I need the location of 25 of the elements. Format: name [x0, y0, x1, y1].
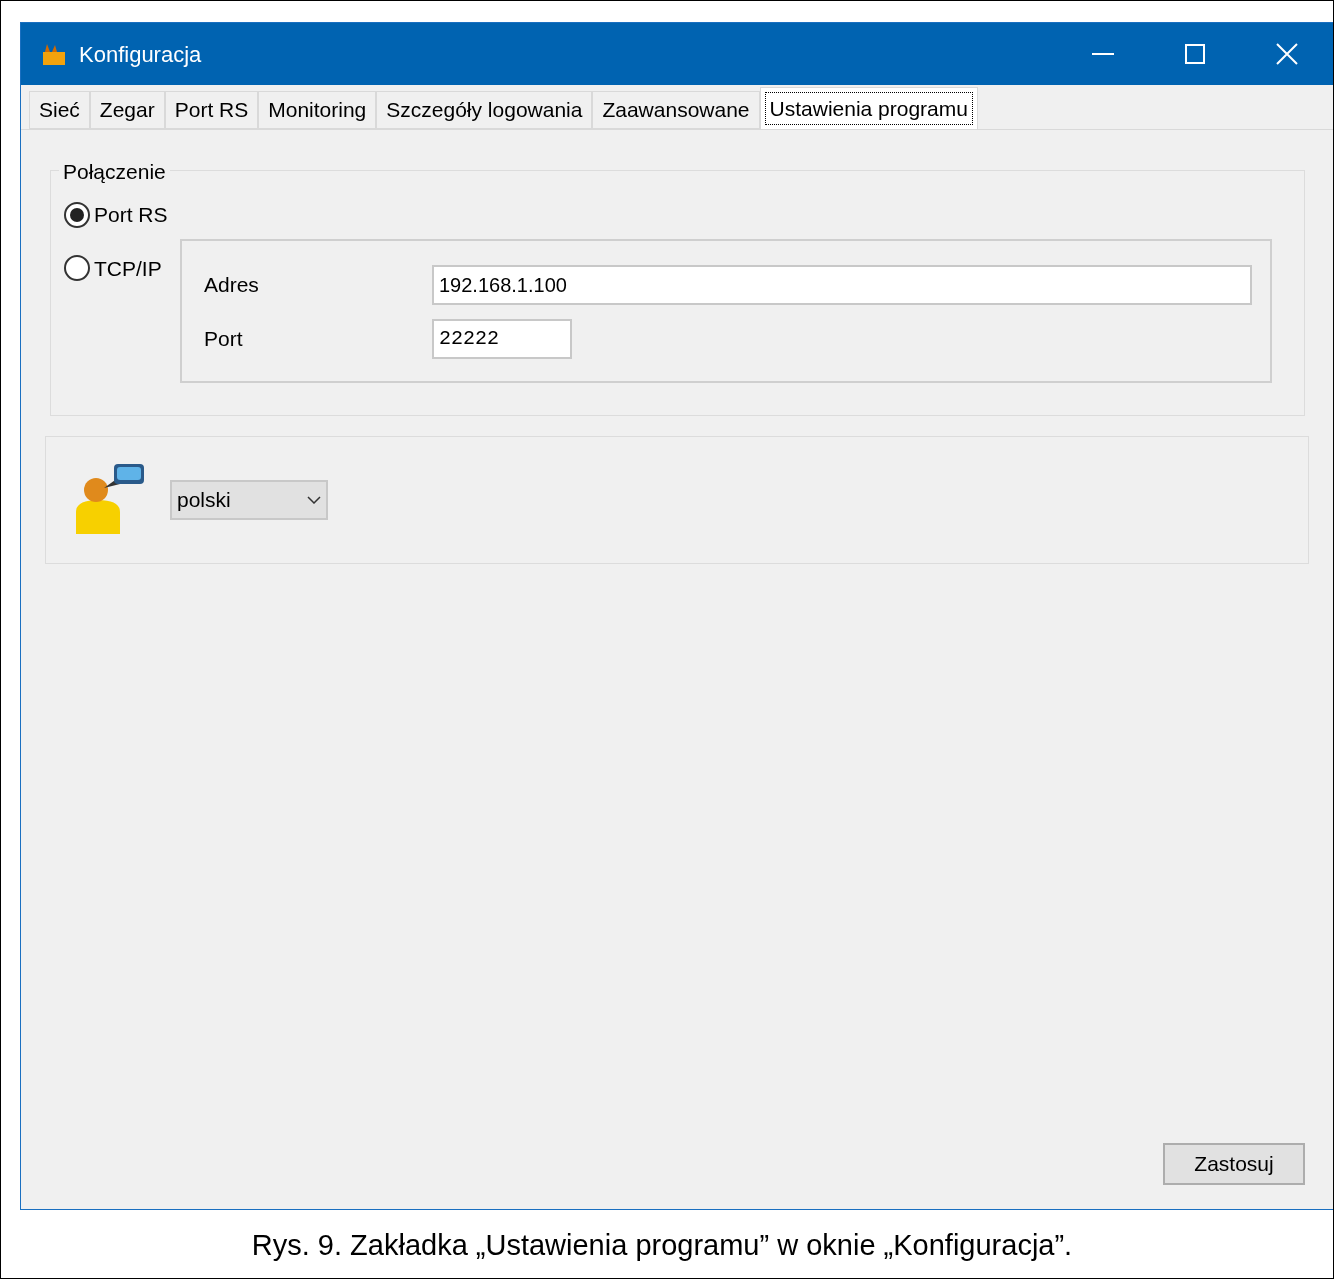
minimize-icon: [1092, 53, 1114, 55]
window-title: Konfiguracja: [79, 40, 202, 69]
text-field[interactable]: 22222: [432, 319, 572, 359]
radio-label: TCP/IP: [94, 255, 162, 282]
tab[interactable]: Monitoring: [258, 91, 377, 129]
tab[interactable]: Szczegóły logowania: [376, 91, 593, 129]
radio-label: Port RS: [94, 202, 168, 228]
language-dropdown[interactable]: polski: [170, 480, 328, 520]
apply-button[interactable]: Zastosuj: [1163, 1143, 1305, 1185]
figure-caption: Rys. 9. Zakładka „Ustawienia programu” w oknie „Konfiguracja”.: [251, 1228, 1073, 1263]
radio-button[interactable]: [64, 255, 90, 282]
person-speech-icon: [74, 464, 146, 536]
tab[interactable]: Ustawienia programu: [759, 87, 978, 129]
tab[interactable]: Zegar: [89, 91, 165, 129]
app-icon: [41, 42, 67, 66]
field-label: Port: [204, 326, 244, 353]
close-icon: [1276, 43, 1298, 65]
text-field[interactable]: 192.168.1.100: [432, 265, 1252, 305]
field-label: Adres: [204, 272, 260, 299]
tab[interactable]: Sieć: [29, 91, 90, 129]
tab[interactable]: Port RS: [164, 91, 259, 129]
chevron-down-icon: [307, 496, 321, 504]
radio-button[interactable]: [64, 201, 90, 228]
maximize-icon: [1185, 44, 1205, 64]
tab[interactable]: Zaawansowane: [592, 91, 760, 129]
